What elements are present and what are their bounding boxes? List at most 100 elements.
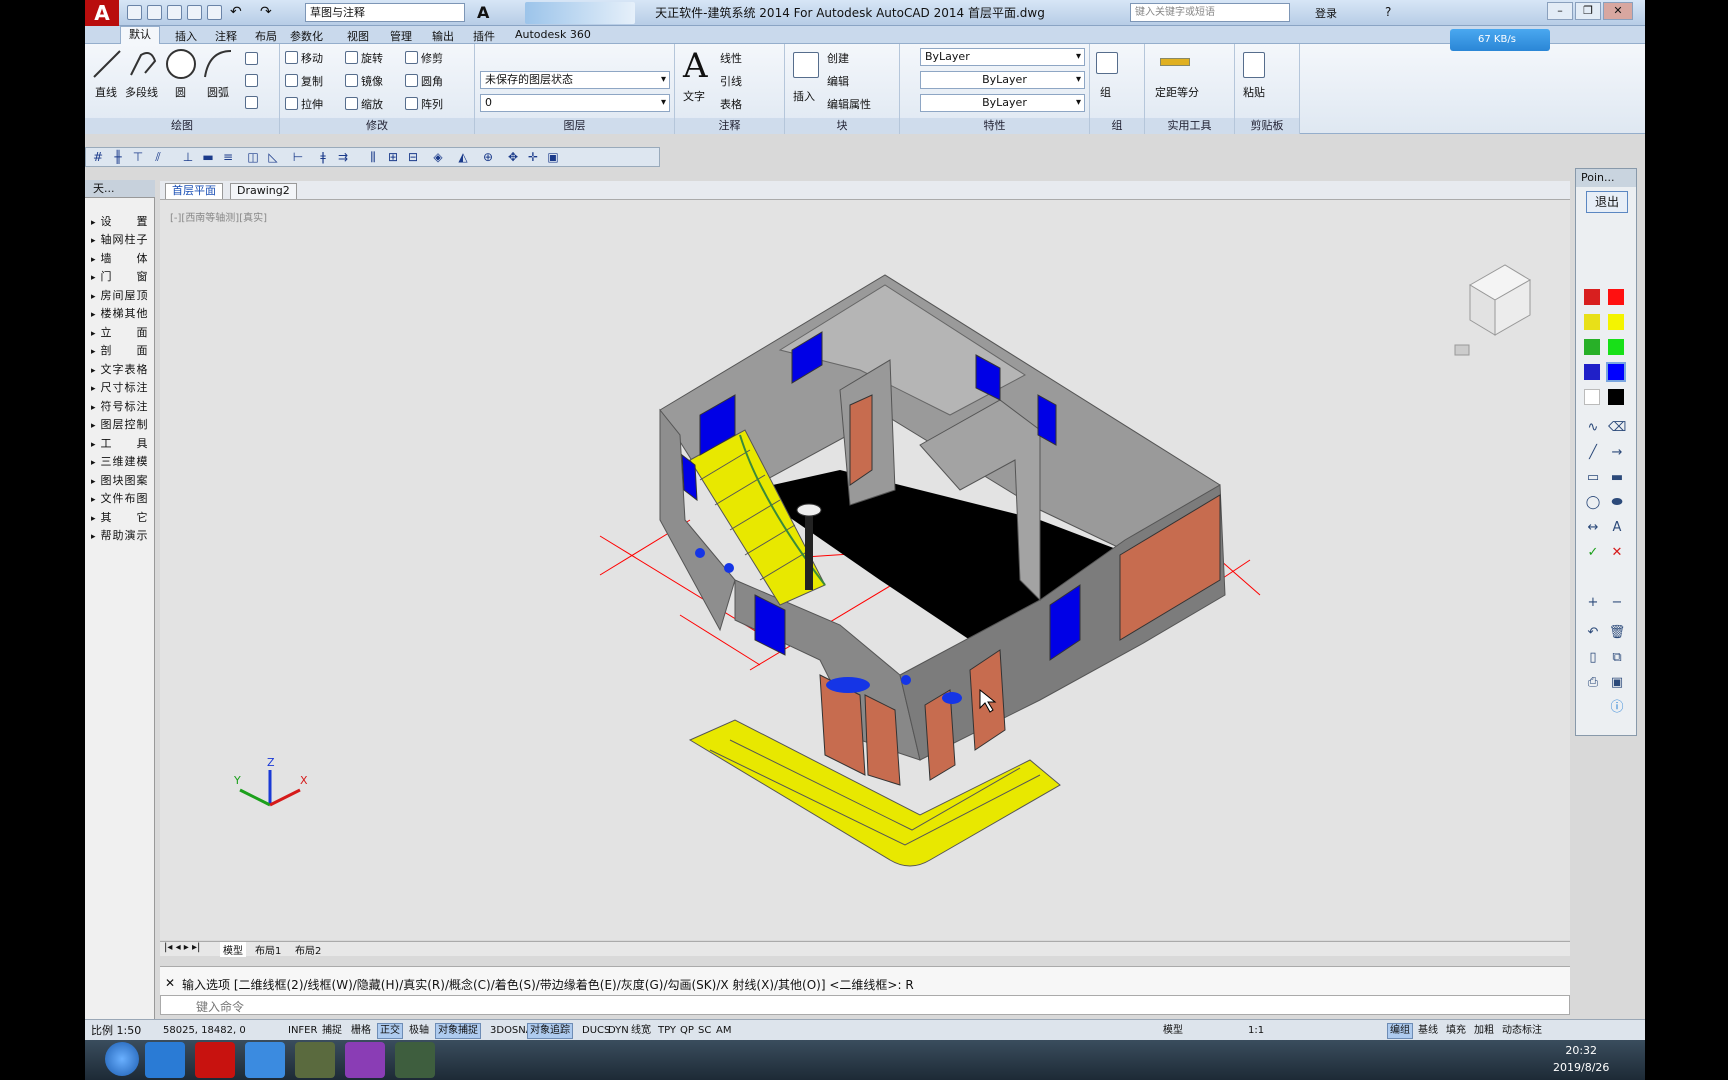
edit-block-button[interactable]: 编辑 [827, 73, 849, 89]
palette-item-stairs[interactable]: 楼梯其他 [91, 305, 149, 321]
arrow-icon[interactable]: → [1608, 444, 1626, 462]
measure-label[interactable]: 定距等分 [1155, 84, 1199, 100]
hatch-icon[interactable] [245, 74, 258, 87]
palette-title[interactable]: 天... [85, 180, 155, 198]
paste-icon[interactable] [1243, 52, 1265, 78]
block-tool-icon[interactable]: ⊟ [406, 150, 420, 164]
window-tool-icon[interactable]: ▬ [201, 150, 215, 164]
palette-item-blocks[interactable]: 图块图案 [91, 472, 149, 488]
pointer-panel-title[interactable]: Poin... [1576, 169, 1636, 187]
layer-state-select[interactable]: 未保存的图层状态 [480, 71, 670, 89]
annotation-scale[interactable]: 1:1 [1245, 1023, 1267, 1039]
current-layer-select[interactable]: 0 [480, 94, 670, 112]
symbol-tool-icon[interactable]: ⇉ [336, 150, 350, 164]
viewcube[interactable] [1454, 264, 1531, 356]
save-draw-icon[interactable]: ▣ [1608, 674, 1626, 692]
eraser-icon[interactable]: ⌫ [1608, 419, 1626, 437]
double-arrow-icon[interactable]: ↔ [1584, 519, 1602, 537]
command-input[interactable]: 键入命令 [160, 995, 1570, 1015]
groups-panel-title[interactable]: 组 [1090, 118, 1144, 134]
modify-panel-title[interactable]: 修改 [280, 118, 474, 134]
taskbar-app-autocad[interactable] [195, 1042, 235, 1078]
toggle-grid[interactable]: 栅格 [348, 1023, 374, 1039]
filled-ellipse-icon[interactable]: ⬬ [1608, 494, 1626, 512]
toggle-am[interactable]: AM [713, 1023, 734, 1039]
palette-item-symbol[interactable]: 符号标注 [91, 398, 149, 414]
start-button[interactable] [105, 1042, 139, 1076]
taskbar-app-tangent[interactable] [295, 1042, 335, 1078]
palette-item-layout[interactable]: 文件布图 [91, 490, 149, 506]
toggle-dynamic-dim[interactable]: 动态标注 [1499, 1023, 1545, 1039]
axis-tool-icon[interactable]: ╫ [111, 150, 125, 164]
line-draw-icon[interactable]: ╱ [1584, 444, 1602, 462]
palette-item-wall[interactable]: 墙 体 [91, 250, 149, 266]
stair-tool-icon[interactable]: ≡ [221, 150, 235, 164]
taskbar-app-shield[interactable] [145, 1042, 185, 1078]
copy-page-icon[interactable]: ⧉ [1608, 649, 1626, 667]
clipboard-panel-title[interactable]: 剪贴板 [1235, 118, 1299, 134]
print-draw-icon[interactable]: ⎙ [1584, 674, 1602, 692]
toggle-bold[interactable]: 加粗 [1471, 1023, 1497, 1039]
draw-panel-title[interactable]: 绘图 [85, 118, 279, 134]
minimize-button[interactable]: – [1547, 2, 1573, 20]
redo-icon[interactable]: ↷ [260, 4, 272, 20]
undo-draw-icon[interactable]: ↶ [1584, 624, 1602, 642]
palette-item-section[interactable]: 剖 面 [91, 342, 149, 358]
palette-item-elevation[interactable]: 立 面 [91, 324, 149, 340]
freehand-icon[interactable]: ∿ [1584, 419, 1602, 437]
taskbar-app-editor[interactable] [345, 1042, 385, 1078]
clock[interactable]: 20:32 2019/8/26 [1553, 1042, 1609, 1076]
color-swatch-blue-dark[interactable] [1584, 364, 1600, 380]
color-swatch-white[interactable] [1584, 389, 1600, 405]
wall-tool-icon[interactable]: ⫽ [151, 150, 165, 164]
scale-select[interactable]: 比例 1:50 [88, 1023, 144, 1039]
lineweight-select[interactable]: ByLayer [920, 94, 1085, 112]
grid-tool-icon[interactable]: # [91, 150, 105, 164]
tab-layout2[interactable]: 布局2 [295, 942, 321, 957]
tab-view[interactable]: 视图 [347, 28, 369, 44]
autocad-logo-icon[interactable]: A [85, 0, 119, 26]
zoom-tool-icon[interactable]: ⊕ [481, 150, 495, 164]
orbit-tool-icon[interactable]: ✛ [526, 150, 540, 164]
color-swatch-yellow[interactable] [1608, 314, 1624, 330]
measure-icon[interactable] [1160, 58, 1190, 66]
toggle-ortho[interactable]: 正交 [377, 1023, 403, 1039]
color-select[interactable]: ByLayer [920, 48, 1085, 66]
undo-icon[interactable]: ↶ [230, 4, 242, 20]
command-close-icon[interactable]: ✕ [165, 976, 175, 990]
tab-plugin[interactable]: 插件 [473, 28, 495, 44]
search-input[interactable]: 键入关键字或短语 [1130, 3, 1290, 22]
open-icon[interactable] [147, 5, 162, 20]
taskbar-app-cloud[interactable] [245, 1042, 285, 1078]
3d-tool-icon[interactable]: ◈ [431, 150, 445, 164]
toggle-otrack[interactable]: 对象追踪 [527, 1023, 573, 1039]
rotate-button[interactable]: 旋转 [345, 50, 383, 66]
drawing-viewport[interactable]: Z Y X [160, 200, 1570, 940]
tab-default[interactable]: 默认 [120, 26, 160, 44]
login-link[interactable]: 登录 [1315, 5, 1337, 21]
trim-button[interactable]: 修剪 [405, 50, 443, 66]
table-button[interactable]: 表格 [720, 96, 742, 112]
filled-rectangle-icon[interactable]: ▬ [1608, 469, 1626, 487]
tab-drawing2[interactable]: Drawing2 [230, 183, 297, 199]
table-tool-icon[interactable]: ⫼ [366, 150, 380, 164]
toggle-snap[interactable]: 捕捉 [319, 1023, 345, 1039]
group-icon[interactable] [1096, 52, 1118, 74]
toggle-infer[interactable]: INFER [285, 1023, 320, 1039]
toggle-polar[interactable]: 极轴 [406, 1023, 432, 1039]
tab-model[interactable]: 模型 [220, 942, 246, 957]
check-icon[interactable]: ✓ [1584, 544, 1602, 562]
layers-panel-title[interactable]: 图层 [475, 118, 674, 134]
color-swatch-green[interactable] [1608, 339, 1624, 355]
measure-tool-icon[interactable]: ◭ [456, 150, 470, 164]
palette-item-tools[interactable]: 工 具 [91, 435, 149, 451]
linetype-select[interactable]: ByLayer [920, 71, 1085, 89]
color-swatch-black[interactable] [1608, 389, 1624, 405]
utilities-panel-title[interactable]: 实用工具 [1145, 118, 1234, 134]
building-3d-model[interactable]: Z Y X [160, 200, 1570, 940]
layout-nav-icon[interactable]: |◂ ◂ ▸ ▸| [164, 942, 200, 953]
tab-first-floor[interactable]: 首层平面 [165, 183, 223, 199]
fillet-button[interactable]: 圆角 [405, 73, 443, 89]
palette-item-layer[interactable]: 图层控制 [91, 416, 149, 432]
elevation-tool-icon[interactable]: ◫ [246, 150, 260, 164]
